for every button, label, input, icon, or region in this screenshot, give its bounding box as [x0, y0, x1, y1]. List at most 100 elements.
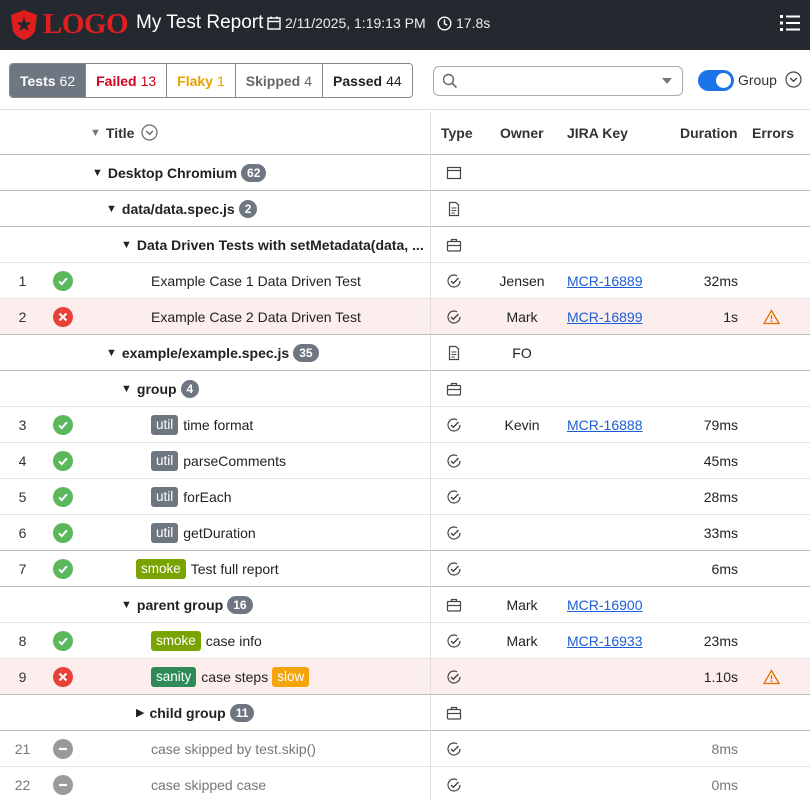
jira-link[interactable]: MCR-16889	[567, 273, 642, 289]
type-cell	[443, 407, 465, 442]
title-cell[interactable]: smoke case info	[151, 623, 489, 658]
title-cell[interactable]: ▼ parent group 16	[121, 587, 459, 622]
count-badge: 16	[227, 595, 253, 614]
expanded-icon[interactable]: ▼	[92, 167, 103, 179]
count-badge: 35	[293, 343, 319, 362]
failed-icon	[53, 306, 73, 327]
row-number: 4	[18, 452, 27, 469]
table-row[interactable]: 1 Example Case 1 Data Driven Test Jensen MC…	[0, 263, 810, 299]
type-cell	[443, 299, 465, 334]
jira-link[interactable]: MCR-16888	[567, 417, 642, 433]
test-case-icon	[447, 525, 461, 540]
group-row[interactable]: ▼ Data Driven Tests with setMetadata(data…	[0, 227, 810, 263]
warning-icon[interactable]	[762, 308, 780, 325]
case-title: getDuration	[183, 524, 256, 541]
type-cell	[443, 695, 465, 730]
title-cell[interactable]: ▼ Data Driven Tests with setMetadata(data…	[121, 227, 459, 262]
chevron-down-icon[interactable]	[785, 71, 802, 88]
tab-passed[interactable]: Passed 44	[323, 64, 412, 97]
browser-icon	[446, 166, 462, 179]
test-case-icon	[447, 561, 461, 576]
expanded-icon[interactable]: ▼	[106, 347, 117, 359]
column-errors[interactable]: Errors	[752, 111, 794, 154]
jira-cell: MCR-16888	[567, 407, 657, 442]
table-row[interactable]: 4 util parseComments 45ms	[0, 443, 810, 479]
menu-icon[interactable]	[780, 14, 800, 32]
title-cell[interactable]: util parseComments	[151, 443, 489, 478]
title-cell[interactable]: case skipped case	[151, 767, 489, 800]
group-title: Desktop Chromium	[107, 164, 238, 181]
suite-icon	[446, 238, 462, 252]
row-number: 5	[18, 488, 27, 505]
file-icon	[448, 345, 460, 360]
title-cell[interactable]: Example Case 2 Data Driven Test	[151, 299, 489, 334]
test-case-icon	[447, 453, 461, 468]
expanded-icon[interactable]: ▼	[121, 599, 132, 611]
column-title[interactable]: ▼ Title	[90, 111, 428, 154]
title-cell[interactable]: ▶ child group 11	[136, 695, 474, 730]
group-row[interactable]: ▶ child group 11	[0, 695, 810, 731]
title-cell[interactable]: Example Case 1 Data Driven Test	[151, 263, 489, 298]
table-row[interactable]: 21 case skipped by test.skip() 8ms	[0, 731, 810, 767]
table-row[interactable]: 6 util getDuration 33ms	[0, 515, 810, 551]
column-divider	[430, 111, 431, 800]
column-jira[interactable]: JIRA Key	[567, 111, 657, 154]
table-row[interactable]: 2 Example Case 2 Data Driven Test Mark MCR-…	[0, 299, 810, 335]
title-cell[interactable]: ▼ Desktop Chromium 62	[92, 155, 430, 190]
tab-flaky[interactable]: Flaky 1	[167, 64, 236, 97]
group-row[interactable]: ▼ Desktop Chromium 62	[0, 155, 810, 191]
group-row[interactable]: ▼ parent group 16 Mark MCR-16900	[0, 587, 810, 623]
warning-icon[interactable]	[762, 668, 780, 685]
expanded-icon[interactable]: ▼	[106, 203, 117, 215]
group-row[interactable]: ▼ data/data.spec.js 2	[0, 191, 810, 227]
title-cell[interactable]: case skipped by test.skip()	[151, 731, 489, 766]
case-title: time format	[183, 416, 254, 433]
collapsed-icon[interactable]: ▶	[136, 706, 144, 719]
table-row[interactable]: 9 sanity case steps slow 1.10s	[0, 659, 810, 695]
jira-link[interactable]: MCR-16933	[567, 633, 642, 649]
title-cell[interactable]: util getDuration	[151, 515, 489, 550]
column-owner[interactable]: Owner	[500, 111, 544, 154]
table-row[interactable]: 7 smoke Test full report 6ms	[0, 551, 810, 587]
title-cell[interactable]: util forEach	[151, 479, 489, 514]
title-cell[interactable]: smoke Test full report	[136, 551, 474, 586]
jira-link[interactable]: MCR-16900	[567, 597, 642, 613]
group-row[interactable]: ▼ example/example.spec.js 35 FO	[0, 335, 810, 371]
row-number: 21	[14, 740, 31, 757]
table-row[interactable]: 22 case skipped case 0ms	[0, 767, 810, 800]
title-cell[interactable]: util time format	[151, 407, 489, 442]
type-cell	[443, 731, 465, 766]
suite-icon	[446, 598, 462, 612]
duration-cell: 32ms	[703, 272, 738, 289]
chevron-down-icon[interactable]	[141, 124, 159, 141]
passed-icon	[53, 630, 73, 651]
column-type[interactable]: Type	[441, 111, 473, 154]
column-duration[interactable]: Duration	[680, 111, 738, 154]
owner-cell: Mark	[506, 308, 538, 325]
expanded-icon[interactable]: ▼	[121, 383, 132, 395]
search-box[interactable]	[433, 66, 683, 96]
title-cell[interactable]: ▼ data/data.spec.js 2	[106, 191, 444, 226]
tab-failed[interactable]: Failed 13	[86, 64, 168, 97]
jira-cell: MCR-16900	[567, 587, 657, 622]
logo-text: LOGO	[43, 8, 129, 40]
title-cell[interactable]: ▼ example/example.spec.js 35	[106, 335, 444, 370]
table-row[interactable]: 5 util forEach 28ms	[0, 479, 810, 515]
tab-skipped[interactable]: Skipped 4	[235, 64, 324, 97]
expanded-icon[interactable]: ▼	[121, 239, 132, 251]
tag-util: util	[151, 450, 179, 471]
table-row[interactable]: 8 smoke case info Mark MCR-16933 23ms	[0, 623, 810, 659]
table-row[interactable]: 3 util time format Kevin MCR-16888 79ms	[0, 407, 810, 443]
count-badge: 11	[229, 703, 255, 722]
title-cell[interactable]: sanity case steps slow	[151, 659, 489, 694]
owner-cell: Mark	[506, 596, 538, 613]
owner-cell: Kevin	[504, 416, 540, 433]
group-toggle[interactable]	[698, 70, 734, 91]
group-row[interactable]: ▼ group 4	[0, 371, 810, 407]
tab-tests[interactable]: Tests 62	[10, 64, 87, 97]
row-number: 6	[18, 524, 27, 541]
tab-label: Tests	[20, 72, 56, 89]
jira-link[interactable]: MCR-16899	[567, 309, 642, 325]
title-cell[interactable]: ▼ group 4	[121, 371, 459, 406]
search-dropdown-icon[interactable]	[662, 78, 672, 84]
